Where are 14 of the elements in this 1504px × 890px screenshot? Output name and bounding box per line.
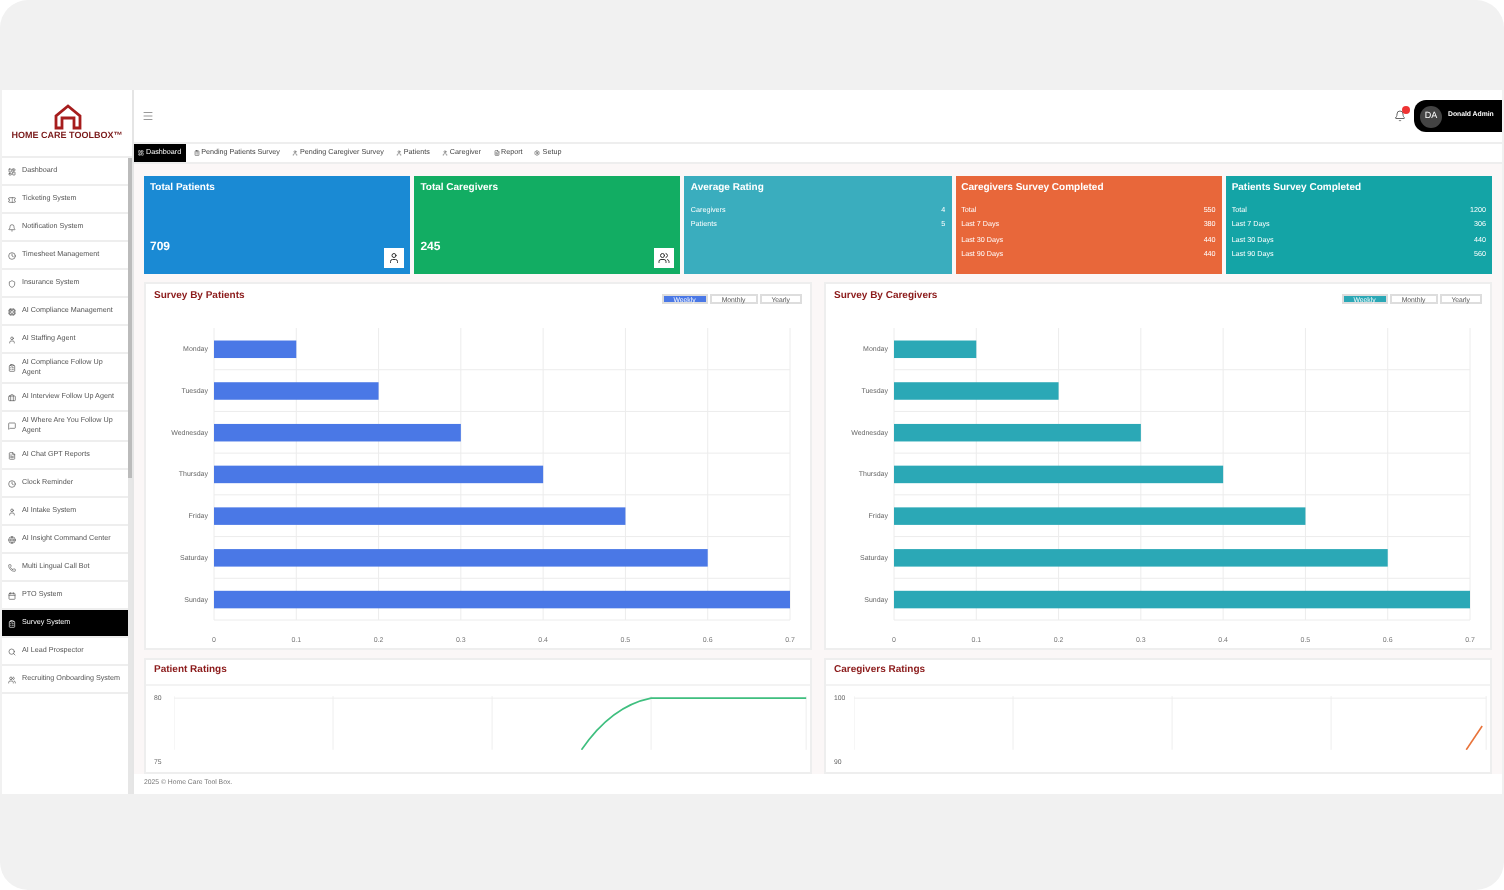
- tab-icon: [493, 150, 499, 156]
- tab-icon: [395, 150, 402, 156]
- bar: [214, 340, 297, 359]
- card-icon: [654, 248, 675, 268]
- card-icon: [384, 248, 405, 268]
- tab-icon: [193, 150, 200, 156]
- bar: [894, 340, 977, 359]
- tab-icon: [534, 150, 541, 156]
- tab-icon: [138, 150, 144, 156]
- tab-icon: [441, 150, 448, 156]
- tab-icon: [291, 150, 298, 156]
- scrollbar[interactable]: [128, 158, 132, 794]
- house-logo-icon: [51, 104, 83, 131]
- bell-icon[interactable]: [1394, 110, 1406, 122]
